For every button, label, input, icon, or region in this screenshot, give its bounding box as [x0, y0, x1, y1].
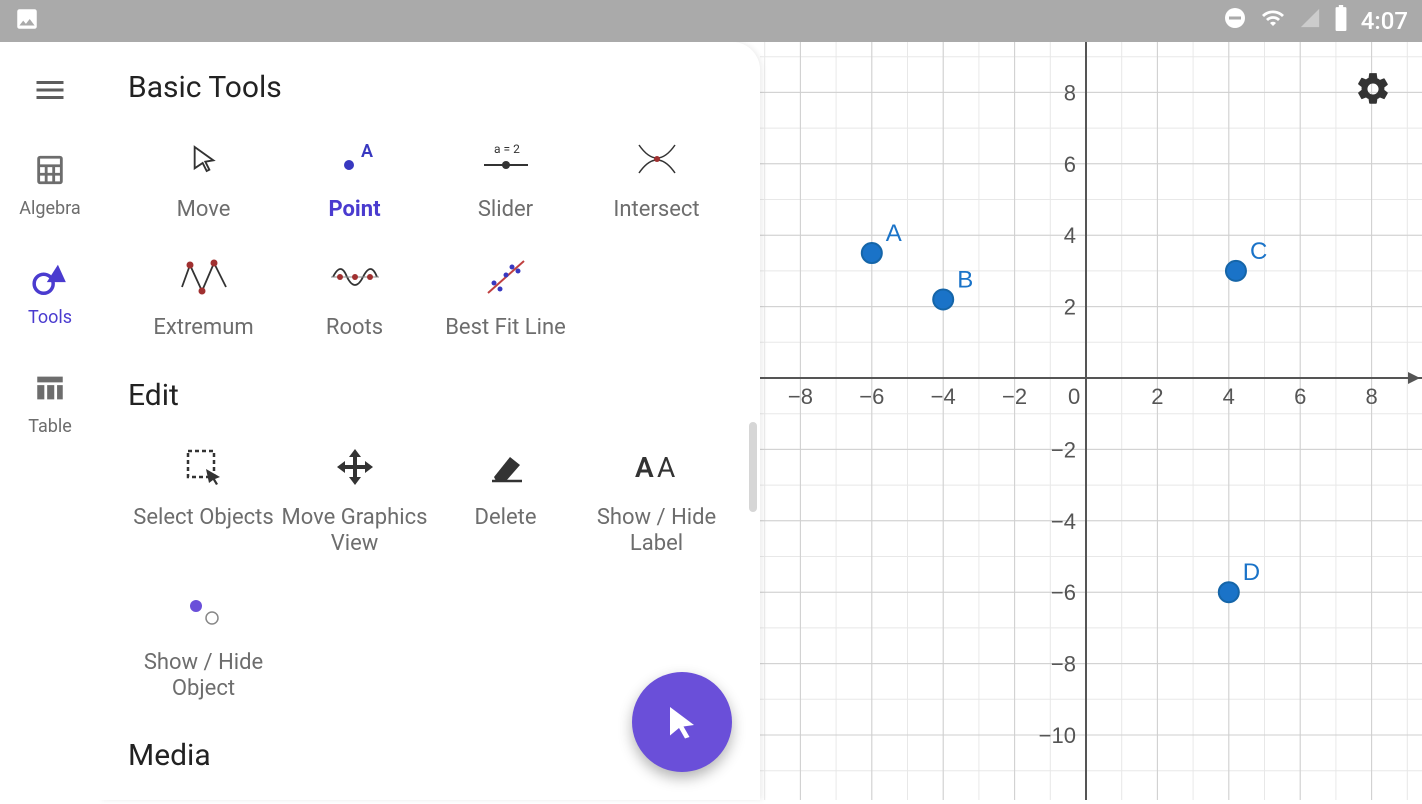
svg-text:−8: −8 [1051, 652, 1076, 677]
gallery-icon [14, 6, 40, 36]
svg-text:4: 4 [1223, 384, 1235, 409]
table-icon [30, 368, 70, 408]
tool-move[interactable]: Move [128, 123, 279, 231]
tool-label: Extremum [153, 315, 253, 341]
tool-slider[interactable]: a = 2 Slider [430, 123, 581, 231]
tool-label: Move Graphics View [279, 505, 430, 558]
dnd-icon [1223, 6, 1247, 36]
graph-point-label-C: C [1250, 238, 1267, 265]
point-icon: A [327, 131, 383, 187]
calculator-icon [30, 150, 70, 190]
svg-text:2: 2 [1064, 295, 1076, 320]
slider-icon: a = 2 [478, 131, 534, 187]
svg-text:−10: −10 [1039, 723, 1076, 748]
label-icon: AA [629, 439, 685, 495]
graph-point-label-D: D [1243, 559, 1260, 586]
settings-button[interactable] [1354, 70, 1392, 112]
graph-point-C[interactable] [1226, 261, 1246, 281]
cursor-fill-icon [664, 704, 700, 740]
tool-label: Intersect [613, 197, 699, 223]
svg-text:0: 0 [1068, 384, 1080, 409]
nav-label: Table [28, 416, 72, 437]
graph-point-label-B: B [957, 266, 973, 293]
tool-label: Delete [475, 505, 537, 531]
svg-text:−4: −4 [1051, 509, 1076, 534]
clock-text: 4:07 [1361, 7, 1408, 35]
nav-algebra[interactable]: Algebra [19, 150, 80, 219]
eraser-icon [478, 439, 534, 495]
show-hide-icon [176, 584, 232, 640]
menu-icon [30, 70, 70, 110]
roots-icon [327, 249, 383, 305]
extremum-icon [176, 249, 232, 305]
tool-label: Best Fit Line [445, 315, 566, 341]
nav-table[interactable]: Table [28, 368, 72, 437]
signal-icon [1299, 7, 1321, 35]
cursor-icon [176, 131, 232, 187]
svg-text:a = 2: a = 2 [494, 142, 520, 156]
tool-point[interactable]: A Point [279, 123, 430, 231]
tool-show-hide-object[interactable]: Show / Hide Object [128, 576, 279, 711]
tool-move-graphics[interactable]: Move Graphics View [279, 431, 430, 566]
menu-button[interactable] [30, 70, 70, 110]
svg-text:8: 8 [1064, 80, 1076, 105]
svg-text:−6: −6 [1051, 580, 1076, 605]
tool-delete[interactable]: Delete [430, 431, 581, 566]
tool-roots[interactable]: Roots [279, 241, 430, 349]
tool-image[interactable] [128, 791, 279, 800]
status-bar: 4:07 [0, 0, 1422, 42]
section-edit: Edit [128, 378, 732, 413]
svg-text:A: A [635, 451, 654, 484]
graph-point-D[interactable] [1219, 582, 1239, 602]
wifi-icon [1259, 6, 1287, 36]
tool-label: Slider [478, 197, 533, 223]
tool-label: Move [177, 197, 231, 223]
shapes-icon [30, 259, 70, 299]
svg-text:6: 6 [1064, 152, 1076, 177]
bestfit-icon [478, 249, 534, 305]
nav-label: Algebra [19, 198, 80, 219]
svg-text:4: 4 [1064, 223, 1076, 248]
mode-fab[interactable] [632, 672, 732, 772]
graph-point-B[interactable] [933, 289, 953, 309]
tool-select-objects[interactable]: Select Objects [128, 431, 279, 566]
marquee-icon [176, 439, 232, 495]
scrollbar[interactable] [749, 422, 757, 512]
gear-icon [1354, 70, 1392, 108]
svg-text:A: A [361, 141, 373, 162]
tool-label: Select Objects [133, 505, 273, 531]
intersect-icon [629, 131, 685, 187]
tool-bestfit[interactable]: Best Fit Line [430, 241, 581, 349]
svg-text:−6: −6 [859, 384, 884, 409]
svg-text:2: 2 [1151, 384, 1163, 409]
svg-text:−4: −4 [931, 384, 956, 409]
graph-point-A[interactable] [862, 243, 882, 263]
battery-icon [1333, 5, 1349, 37]
svg-text:6: 6 [1294, 384, 1306, 409]
tool-label: Show / Hide Label [581, 505, 732, 558]
tool-extremum[interactable]: Extremum [128, 241, 279, 349]
move-arrows-icon [327, 439, 383, 495]
nav-tools[interactable]: Tools [28, 259, 72, 328]
svg-text:−2: −2 [1051, 437, 1076, 462]
nav-label: Tools [28, 307, 72, 328]
svg-text:8: 8 [1365, 384, 1377, 409]
svg-text:−8: −8 [788, 384, 813, 409]
graph-point-label-A: A [886, 220, 902, 247]
svg-text:A: A [657, 451, 675, 484]
section-basic-tools: Basic Tools [128, 70, 732, 105]
tool-label: Point [328, 197, 380, 223]
tool-show-hide-label[interactable]: AA Show / Hide Label [581, 431, 732, 566]
graph-canvas[interactable]: −8−6−4−202468−10−8−6−4−2246810ABCD [760, 0, 1422, 800]
svg-text:−2: −2 [1002, 384, 1027, 409]
tool-label: Roots [326, 315, 383, 341]
tool-intersect[interactable]: Intersect [581, 123, 732, 231]
tool-label: Show / Hide Object [128, 650, 279, 703]
nav-rail: Algebra Tools Table [0, 42, 100, 800]
